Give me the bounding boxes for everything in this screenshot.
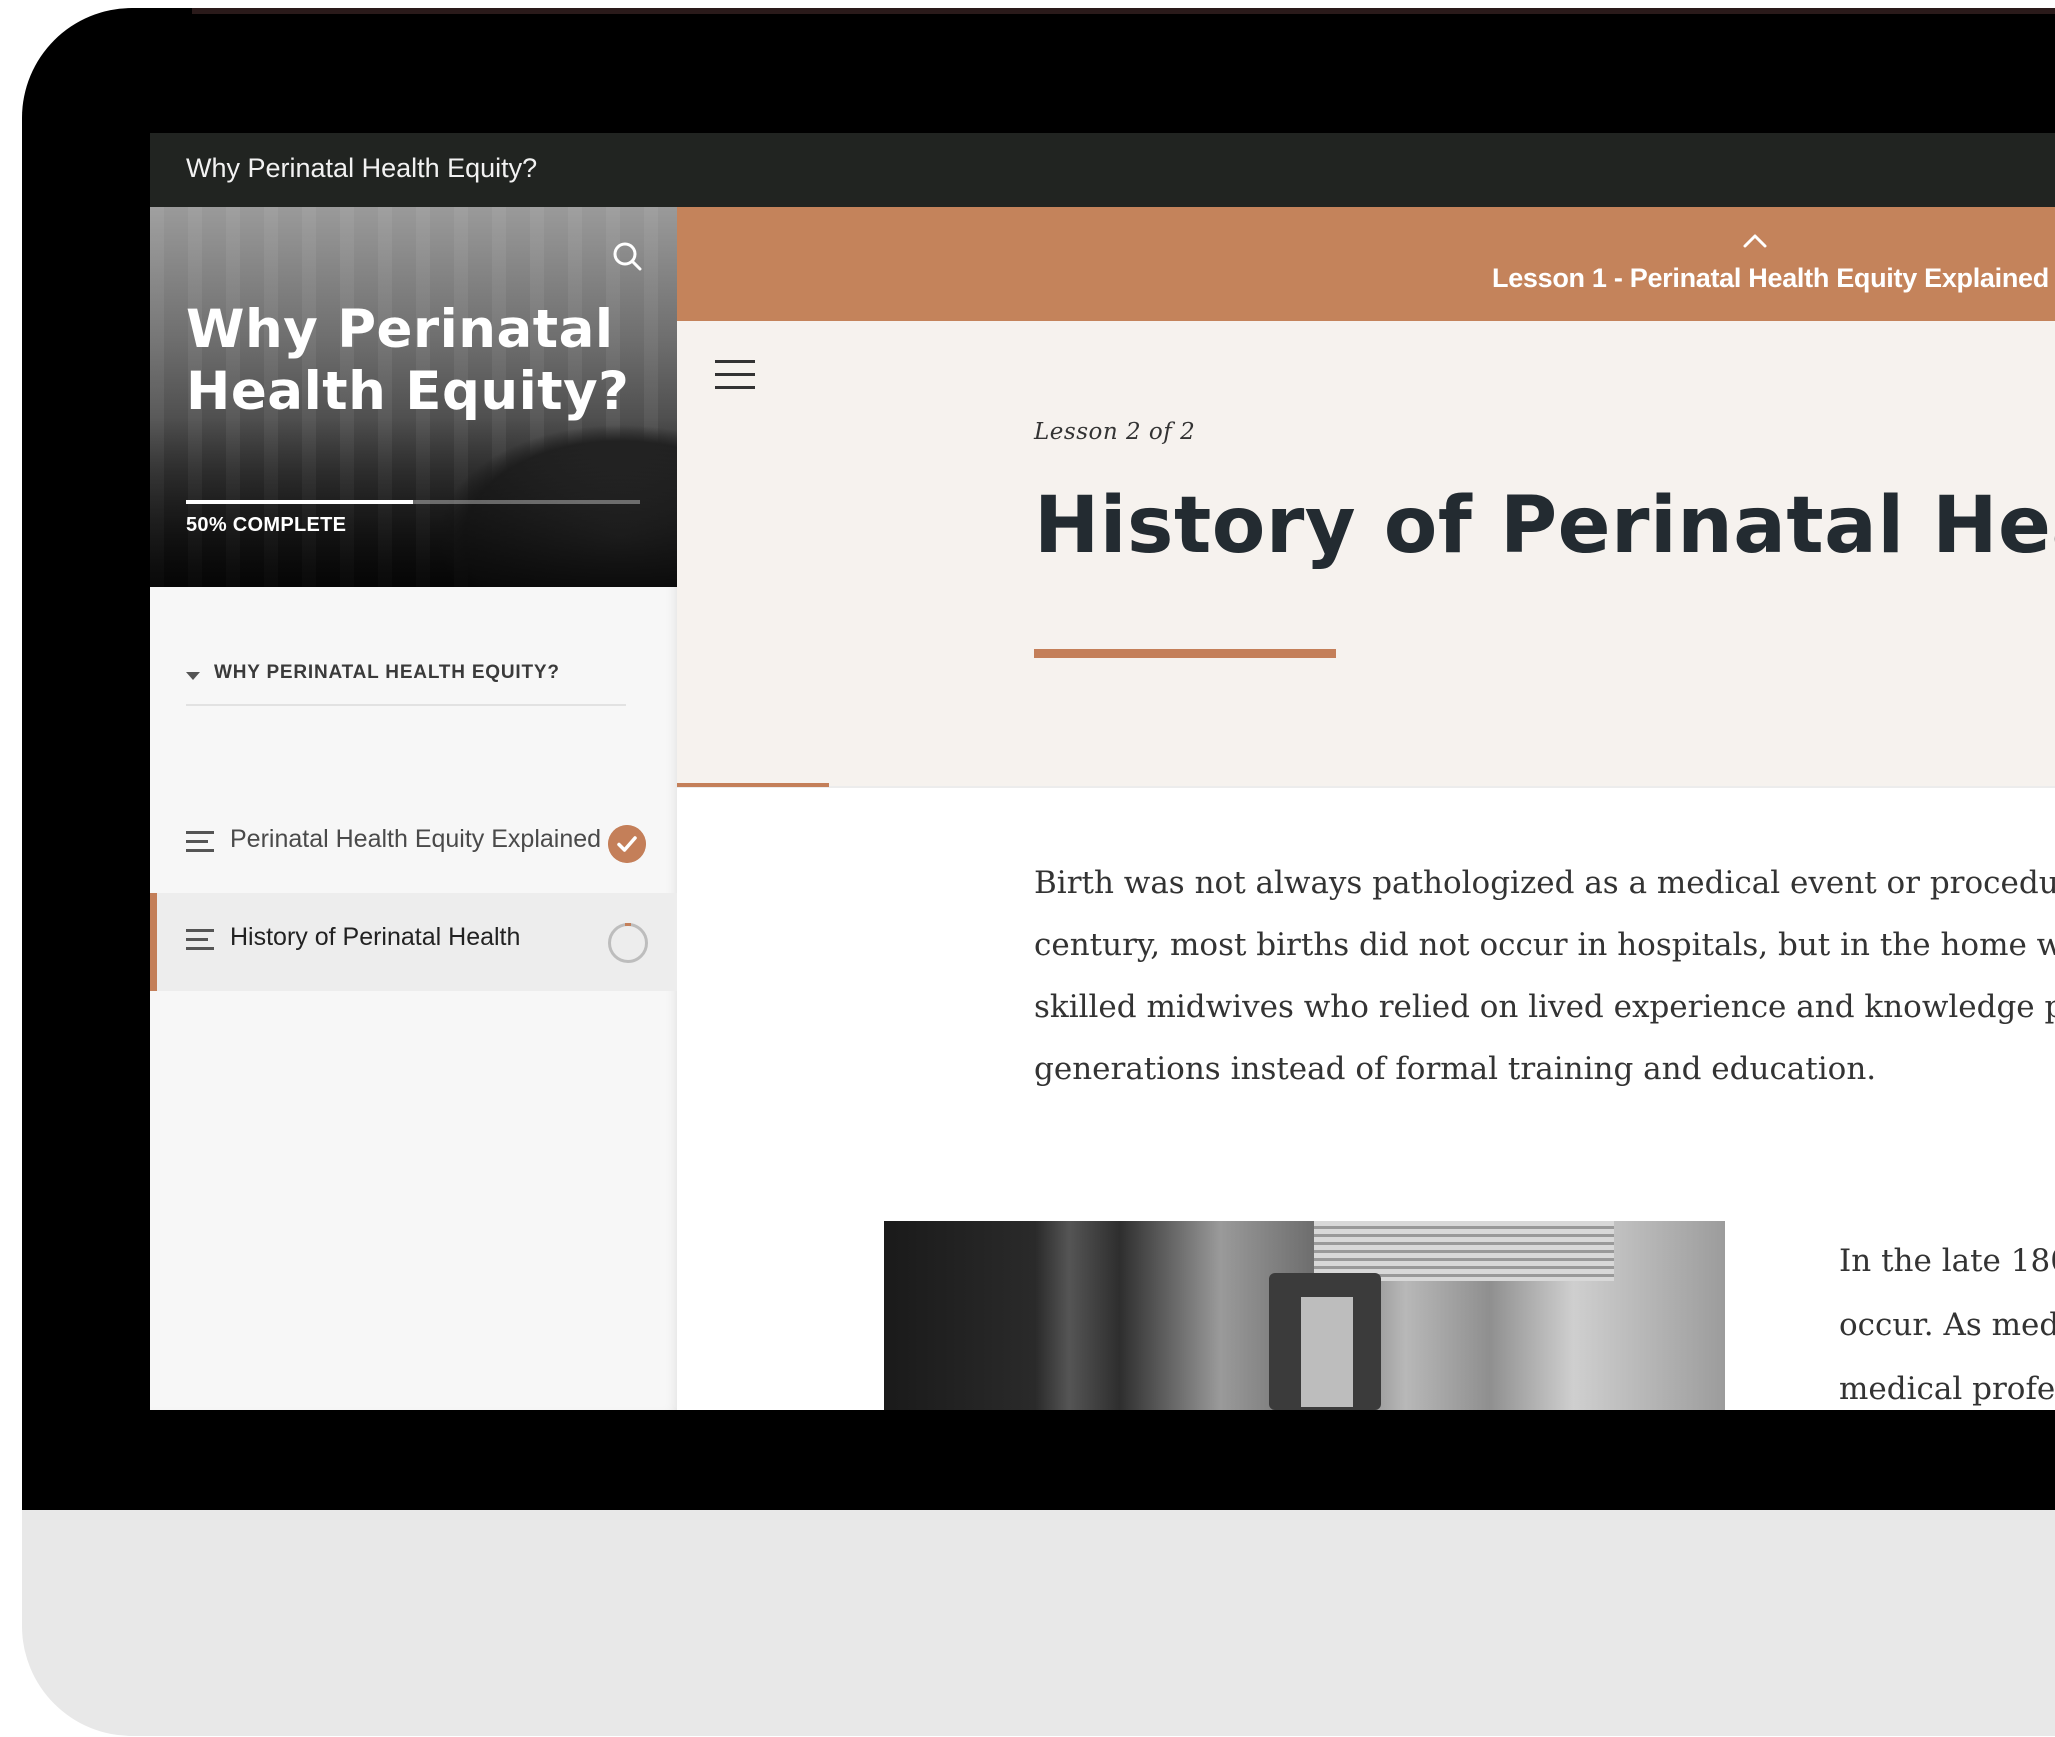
lesson-count: Lesson 2 of 2 (1034, 419, 1196, 445)
side-paragraph: In the late 1800 occur. As medic medical… (1839, 1229, 2055, 1410)
sidebar-lesson-item[interactable]: Perinatal Health Equity Explained (150, 795, 677, 893)
paragraph-line: century, most births did not occur in ho… (1034, 927, 2055, 963)
photo-window-blinds (1314, 1221, 1614, 1281)
paragraph-line: occur. As medic (1839, 1307, 2055, 1343)
lesson-lines-icon (186, 831, 214, 855)
lesson-header: Lesson 2 of 2 History of Perinatal Healt… (677, 321, 2055, 788)
hospital-photo (884, 1221, 1725, 1410)
lesson-content: Lesson 1 - Perinatal Health Equity Expla… (677, 207, 2055, 1410)
previous-lesson-label: Lesson 1 - Perinatal Health Equity Expla… (1492, 263, 2049, 293)
top-bar-title: Why Perinatal Health Equity? (186, 153, 538, 183)
progress-ring-icon (608, 923, 648, 963)
paragraph-line: skilled midwives who relied on lived exp… (1034, 989, 2055, 1025)
course-progress-bar (186, 500, 640, 504)
course-sidebar: Why Perinatal Health Equity? 50% COMPLET… (150, 207, 677, 1410)
menu-icon[interactable] (715, 360, 755, 390)
progress-label: 50% COMPLETE (186, 514, 347, 536)
paragraph-line: Birth was not always pathologized as a m… (1034, 865, 2055, 901)
caret-down-icon (186, 672, 200, 680)
course-title: Why Perinatal Health Equity? (186, 299, 630, 422)
lesson-label: History of Perinatal Health (230, 923, 521, 951)
check-circle-icon (608, 825, 646, 863)
lesson-lines-icon (186, 929, 214, 953)
paragraph-line: In the late 1800 (1839, 1243, 2055, 1279)
paragraph-line: medical profess (1839, 1371, 2055, 1407)
top-bar: Why Perinatal Health Equity? (150, 133, 2055, 207)
course-progress-fill (186, 500, 413, 504)
section-title: WHY PERINATAL HEALTH EQUITY? (214, 662, 560, 683)
screen: Why Perinatal Health Equity? Why Perinat… (150, 133, 2055, 1410)
previous-lesson-link[interactable]: Lesson 1 - Perinatal Health Equity Expla… (677, 207, 2055, 321)
device-frame: Why Perinatal Health Equity? Why Perinat… (22, 8, 2055, 1736)
sidebar-lesson-item-active[interactable]: History of Perinatal Health (150, 893, 677, 991)
photo-medical-device (1269, 1273, 1381, 1410)
paragraph-line: generations instead of formal training a… (1034, 1051, 1877, 1087)
section-toggle[interactable]: WHY PERINATAL HEALTH EQUITY? (186, 662, 626, 706)
device-top-edge (192, 8, 2055, 14)
scroll-progress-bar (677, 783, 829, 787)
course-hero: Why Perinatal Health Equity? 50% COMPLET… (150, 207, 677, 587)
search-icon[interactable] (608, 237, 648, 277)
active-indicator (150, 893, 157, 991)
lesson-title: History of Perinatal Health (1034, 481, 2055, 571)
lesson-label: Perinatal Health Equity Explained (230, 825, 602, 853)
lesson-paragraph: Birth was not always pathologized as a m… (1034, 852, 2055, 1100)
chevron-up-icon (1743, 234, 1767, 248)
title-underline (1034, 649, 1336, 658)
